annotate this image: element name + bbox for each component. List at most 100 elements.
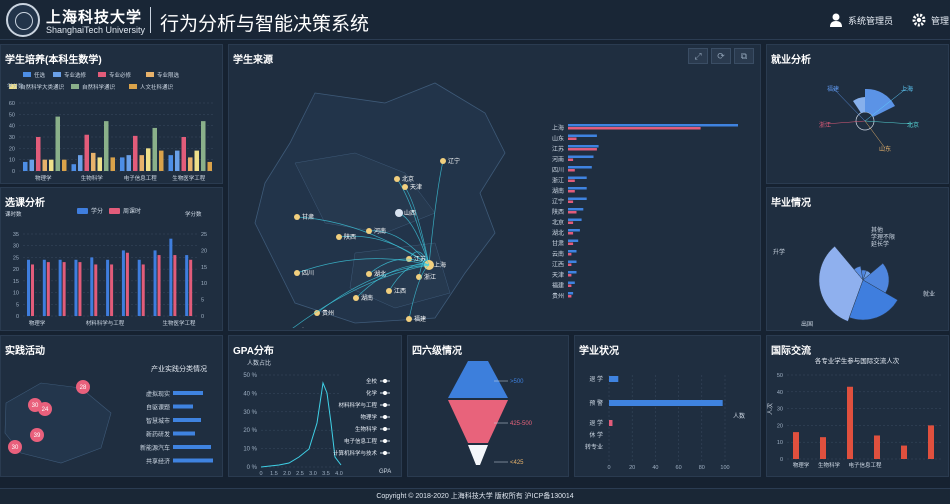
source-bar [568,250,577,253]
training-bar [175,150,180,171]
exchange-ytick: 40 [777,390,783,396]
user-menu[interactable]: 系统管理员 [848,14,893,27]
course-left-unit: 课时数 [5,210,22,218]
training-legend-swatch [129,84,137,89]
panel-gpa: GPA分布 人数占比 0 % 10 % 20 % 30 % 40 % 50 % 0 1.5 2.0… [228,335,402,477]
city-label: 贵州 [322,309,334,317]
fullscreen-icon[interactable]: ⤢ [688,48,708,64]
training-bar [207,161,212,171]
academic-bar [609,420,613,426]
course-left-tick: 15 [13,279,19,285]
source-province-label: 河南 [552,156,564,164]
course-bar [153,250,157,316]
training-bar [201,121,206,171]
exchange-ytick: 50 [777,373,783,379]
city-point [294,214,300,220]
practice-category: 虚拟现实 [146,390,170,398]
course-bar [78,262,82,316]
course-legend-swatch [77,208,88,214]
manage-link[interactable]: 管理 [931,14,949,27]
header: 上海科技大学 ShanghaiTech University 行为分析与智能决策… [0,0,950,40]
gpa-line [260,381,342,468]
city-label: 湖南 [361,294,373,302]
source-province-label: 江苏 [552,145,564,153]
training-legend-swatch [23,72,31,77]
course-legend-label: 周课时 [123,207,141,215]
training-legend-swatch [71,84,79,89]
training-ytick: 10 [9,158,15,164]
academic-xtick: 40 [652,465,658,471]
school-name-en: ShanghaiTech University [46,25,146,35]
city-point [406,316,412,322]
source-province-label: 陕西 [552,208,564,216]
gpa-xtick: 3.5 [322,471,330,477]
gpa-legend-dot [383,403,387,407]
source-bar [568,208,584,211]
source-map[interactable]: 北京天津山西 辽宁甘肃陕西 河南江苏上海四川 湖北 浙江江西湖南贵州福建云南 [235,73,535,328]
academic-category: 退 学 [589,419,603,427]
gpa-xtick: 1.5 [270,471,278,477]
source-province-label: 四川 [552,167,564,174]
course-right-tick: 20 [201,248,207,254]
source-bar [568,260,577,263]
source-bar [568,292,574,295]
city-point [440,158,446,164]
cet-segment [448,400,508,443]
course-legend-swatch [109,208,120,214]
academic-xtick: 60 [676,465,682,471]
exchange-ytick: 10 [777,440,783,446]
city-point [395,209,403,217]
employment-leader [864,120,914,125]
graduation-label: 升学 [773,248,785,256]
school-name-cn: 上海科技大学 [46,9,143,26]
course-right-tick: 15 [201,265,207,271]
training-ytick: 0 [12,169,15,175]
header-divider [150,7,151,33]
academic-xtick: 0 [607,465,610,471]
course-bar [169,238,173,316]
practice-chart: 2830243930产业实践分类情况虚拟现实自驱课题智慧城市新药研发新能源汽车共… [4,364,213,466]
user-icon[interactable] [829,13,843,27]
training-bar [36,137,41,171]
copy-icon[interactable]: ⧉ [734,48,754,64]
academic-xtick: 100 [720,465,729,471]
source-bar [568,229,580,232]
source-province-label: 江西 [552,262,564,269]
refresh-icon[interactable]: ⟳ [711,48,731,64]
course-bar [74,259,78,316]
exchange-subtitle: 各专业学生参与国际交流人次 [815,356,900,365]
course-bar [42,259,46,316]
source-bar [568,284,572,287]
gpa-legend-dot [383,379,387,383]
employment-chart: 福建 上海北京山东 浙江 [819,85,919,153]
gpa-xtick: 4.0 [335,471,343,477]
graduation-label: 学理不限 [871,233,895,241]
cet-segment [468,445,488,465]
gpa-legend-label: 生物科学 [355,425,378,433]
city-label: 福建 [414,315,426,323]
source-bar [568,221,574,224]
panel-practice: 实践活动 28 30 24 39 30 产业实践分类情况 虚拟现实 自驱课题 智慧城市 新药研发新… [0,335,223,477]
practice-bar [173,404,193,409]
panel-training: 学生培养(本科生数学) 任选 专业选修 专业必修 专业限选 自然科学大类通识 自然科学通识… [0,44,223,184]
academic-bar [609,400,723,406]
gpa-ytick: 0 % [247,465,258,471]
city-label: 河南 [374,227,386,235]
practice-category: 新药研发 [146,431,170,439]
academic-chart: 0 20 40 60 80 100退 学预 警退 学休 学转专业人数 [585,375,745,471]
training-bar [97,157,102,171]
practice-pin-label: 30 [32,403,39,409]
academic-category: 退 学 [589,375,603,383]
training-bar [139,155,144,171]
gpa-xtick: 3.0 [309,471,317,477]
training-legend-label: 专业选修 [64,71,87,79]
exchange-bar [793,432,799,459]
exchange-bar [874,435,880,459]
city-point [366,271,372,277]
course-left-tick: 5 [16,302,19,308]
training-bar [126,155,131,171]
course-left-tick: 0 [16,314,19,320]
source-province-label: 天津 [552,272,564,279]
gear-icon[interactable] [912,13,926,27]
academic-category: 预 警 [589,399,603,407]
